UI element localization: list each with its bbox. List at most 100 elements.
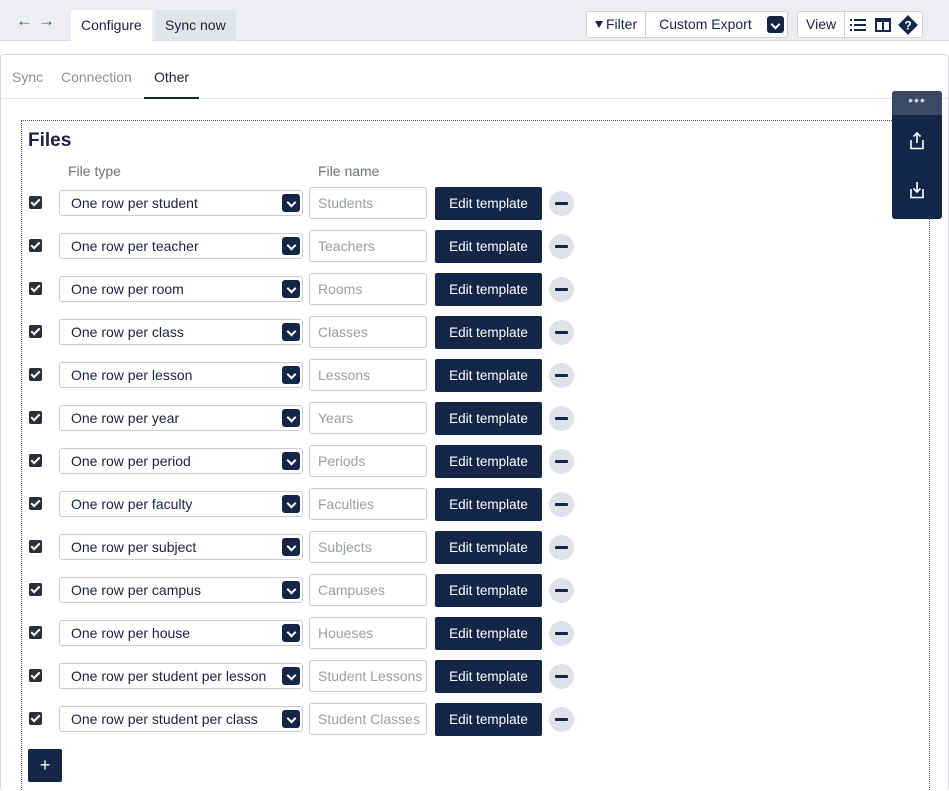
list-icon[interactable] [845,12,870,37]
file-type-select[interactable]: One row per campus [59,577,303,603]
edit-template-button[interactable]: Edit template [435,445,542,478]
file-name-input[interactable]: Students [309,187,427,219]
file-type-header: File type [68,163,121,179]
file-row: One row per house Houeses Edit template [22,617,622,650]
remove-icon[interactable] [549,234,574,259]
include-checkbox[interactable] [29,325,42,338]
tab-connection[interactable]: Connection [61,69,132,99]
edit-template-button[interactable]: Edit template [435,703,542,736]
file-name-input[interactable]: Teachers [309,230,427,262]
edit-template-button[interactable]: Edit template [435,488,542,521]
chevron-down-icon [282,624,300,642]
include-checkbox[interactable] [29,626,42,639]
include-checkbox[interactable] [29,196,42,209]
remove-icon[interactable] [549,363,574,388]
include-checkbox[interactable] [29,669,42,682]
include-checkbox[interactable] [29,540,42,553]
edit-template-button[interactable]: Edit template [435,402,542,435]
include-checkbox[interactable] [29,583,42,596]
include-checkbox[interactable] [29,454,42,467]
remove-icon[interactable] [549,664,574,689]
edit-template-button[interactable]: Edit template [435,187,542,220]
edit-template-button[interactable]: Edit template [435,531,542,564]
include-checkbox[interactable] [29,239,42,252]
edit-template-button[interactable]: Edit template [435,660,542,693]
file-name-input[interactable]: Periods [309,445,427,477]
file-row: One row per subject Subjects Edit template [22,531,622,564]
file-name-input[interactable]: Student Lessons [309,660,427,692]
edit-template-button[interactable]: Edit template [435,273,542,306]
drag-handle[interactable]: ••• [892,91,942,115]
file-type-select[interactable]: One row per room [59,276,303,302]
remove-icon[interactable] [549,621,574,646]
file-name-input[interactable]: Faculties [309,488,427,520]
files-section: Files File type File name One row per st… [21,120,930,791]
include-checkbox[interactable] [29,712,42,725]
edit-template-button[interactable]: Edit template [435,316,542,349]
filter-button[interactable]: Filter [587,12,647,37]
tab-sync[interactable]: Sync [12,69,43,99]
arrow-right-icon[interactable]: → [38,12,55,29]
file-type-value: One row per faculty [71,496,193,512]
arrow-left-icon[interactable]: ← [16,12,33,29]
export-icon[interactable] [905,129,929,153]
file-type-select[interactable]: One row per student [59,190,303,216]
file-type-select[interactable]: One row per student per lesson [59,663,303,689]
remove-icon[interactable] [549,406,574,431]
edit-template-button[interactable]: Edit template [435,230,542,263]
file-type-value: One row per class [71,324,184,340]
include-checkbox[interactable] [29,497,42,510]
file-name-input[interactable]: Houeses [309,617,427,649]
tab-other[interactable]: Other [144,69,200,99]
file-name-input[interactable]: Campuses [309,574,427,606]
view-button[interactable]: View [798,12,846,37]
file-type-select[interactable]: One row per house [59,620,303,646]
tab-configure[interactable]: Configure [71,10,152,41]
edit-template-button[interactable]: Edit template [435,617,542,650]
remove-icon[interactable] [549,707,574,732]
file-type-value: One row per student per class [71,711,258,727]
include-checkbox[interactable] [29,282,42,295]
remove-icon[interactable] [549,449,574,474]
help-icon[interactable]: ? [895,12,920,37]
include-checkbox[interactable] [29,411,42,424]
import-icon[interactable] [905,178,929,202]
file-name-input[interactable]: Lessons [309,359,427,391]
file-type-value: One row per period [71,453,191,469]
edit-template-button[interactable]: Edit template [435,574,542,607]
file-type-value: One row per teacher [71,238,199,254]
file-type-select[interactable]: One row per lesson [59,362,303,388]
edit-template-button[interactable]: Edit template [435,359,542,392]
file-type-value: One row per lesson [71,367,193,383]
add-file-button[interactable]: + [28,749,62,782]
tab-sync-now[interactable]: Sync now [155,10,236,41]
file-name-input[interactable]: Student Classes [309,703,427,735]
remove-icon[interactable] [549,578,574,603]
file-type-select[interactable]: One row per class [59,319,303,345]
remove-icon[interactable] [549,492,574,517]
file-row: One row per faculty Faculties Edit templat… [22,488,622,521]
file-name-input[interactable]: Classes [309,316,427,348]
file-row: One row per student per class Student Cla… [22,703,622,736]
top-toolbar: ← → Configure Sync now Filter Custom Exp… [0,0,949,41]
table-layout-icon[interactable] [870,12,895,37]
export-select[interactable]: Custom Export [646,12,787,37]
remove-icon[interactable] [549,535,574,560]
file-name-input[interactable]: Rooms [309,273,427,305]
include-checkbox[interactable] [29,368,42,381]
file-type-select[interactable]: One row per teacher [59,233,303,259]
file-type-select[interactable]: One row per year [59,405,303,431]
file-type-value: One row per student per lesson [71,668,267,684]
remove-icon[interactable] [549,320,574,345]
file-row: One row per teacher Teachers Edit template [22,230,622,263]
file-type-select[interactable]: One row per period [59,448,303,474]
file-type-select[interactable]: One row per faculty [59,491,303,517]
remove-icon[interactable] [549,277,574,302]
file-type-select[interactable]: One row per subject [59,534,303,560]
file-name-input[interactable]: Years [309,402,427,434]
file-type-select[interactable]: One row per student per class [59,706,303,732]
file-name-input[interactable]: Subjects [309,531,427,563]
chevron-down-icon [282,280,300,298]
remove-icon[interactable] [549,191,574,216]
file-name-header: File name [318,163,380,179]
